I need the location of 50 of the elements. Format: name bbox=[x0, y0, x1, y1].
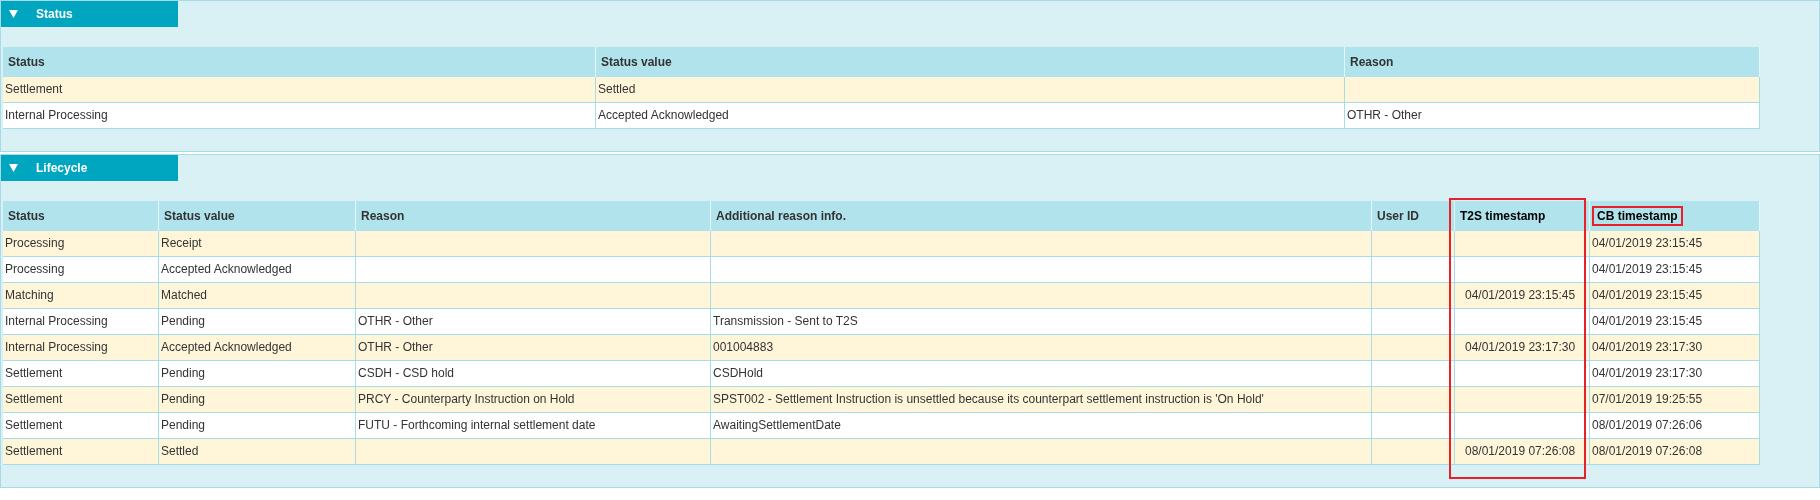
table-cell: 08/01/2019 07:26:08 bbox=[1455, 439, 1590, 464]
table-cell: 04/01/2019 23:15:45 bbox=[1590, 309, 1760, 334]
table-cell: Processing bbox=[3, 257, 159, 282]
table-cell: Internal Processing bbox=[3, 335, 159, 360]
table-cell: Matched bbox=[159, 283, 356, 308]
collapse-triangle-icon bbox=[9, 10, 18, 18]
table-cell: FUTU - Forthcoming internal settlement date bbox=[356, 413, 711, 438]
table-cell: 04/01/2019 23:15:45 bbox=[1455, 283, 1590, 308]
table-cell: PRCY - Counterparty Instruction on Hold bbox=[356, 387, 711, 412]
table-cell: OTHR - Other bbox=[356, 309, 711, 334]
table-cell: 08/01/2019 07:26:06 bbox=[1590, 413, 1760, 438]
table-cell: Pending bbox=[159, 309, 356, 334]
table-cell: 04/01/2019 23:17:30 bbox=[1590, 335, 1760, 360]
table-cell: Internal Processing bbox=[3, 103, 596, 128]
table-cell: AwaitingSettlementDate bbox=[711, 413, 1372, 438]
table-cell: Settlement bbox=[3, 77, 596, 102]
table-cell: Pending bbox=[159, 413, 356, 438]
table-cell: Pending bbox=[159, 361, 356, 386]
section-header[interactable]: Lifecycle bbox=[1, 155, 178, 181]
table-cell: Receipt bbox=[159, 231, 356, 256]
table-cell: Settlement bbox=[3, 361, 159, 386]
table-cell: CSDH - CSD hold bbox=[356, 361, 711, 386]
table-cell: 08/01/2019 07:26:08 bbox=[1590, 439, 1760, 464]
table-cell: SPST002 - Settlement Instruction is unsettled because its counterpart settlement instruction is 'On Hold' bbox=[711, 387, 1372, 412]
table-cell: 001004883 bbox=[711, 335, 1372, 360]
table-cell: Accepted Acknowledged bbox=[159, 257, 356, 282]
table-cell: Settlement bbox=[3, 439, 159, 464]
section-header[interactable]: Status bbox=[1, 1, 178, 27]
table-cell: Matching bbox=[3, 283, 159, 308]
highlight-frame: CB timestamp bbox=[1592, 206, 1683, 226]
table-cell: 07/01/2019 19:25:55 bbox=[1590, 387, 1760, 412]
table-cell: Settled bbox=[159, 439, 356, 464]
table-cell: 04/01/2019 23:15:45 bbox=[1590, 231, 1760, 256]
table-cell: Settled bbox=[596, 77, 1345, 102]
table-cell: CSDHold bbox=[711, 361, 1372, 386]
table-cell: 04/01/2019 23:17:30 bbox=[1590, 361, 1760, 386]
table-cell: 04/01/2019 23:15:45 bbox=[1590, 257, 1760, 282]
table-cell: Accepted Acknowledged bbox=[596, 103, 1345, 128]
table-cell: 04/01/2019 23:17:30 bbox=[1455, 335, 1590, 360]
table-cell: OTHR - Other bbox=[356, 335, 711, 360]
table-cell: Processing bbox=[3, 231, 159, 256]
table-cell: Transmission - Sent to T2S bbox=[711, 309, 1372, 334]
table-cell: OTHR - Other bbox=[1345, 103, 1760, 128]
table-cell: Settlement bbox=[3, 413, 159, 438]
table-cell: Pending bbox=[159, 387, 356, 412]
collapse-triangle-icon bbox=[9, 164, 18, 172]
table-cell: Settlement bbox=[3, 387, 159, 412]
table-cell: Accepted Acknowledged bbox=[159, 335, 356, 360]
table-cell: Internal Processing bbox=[3, 309, 159, 334]
table-cell: 04/01/2019 23:15:45 bbox=[1590, 283, 1760, 308]
